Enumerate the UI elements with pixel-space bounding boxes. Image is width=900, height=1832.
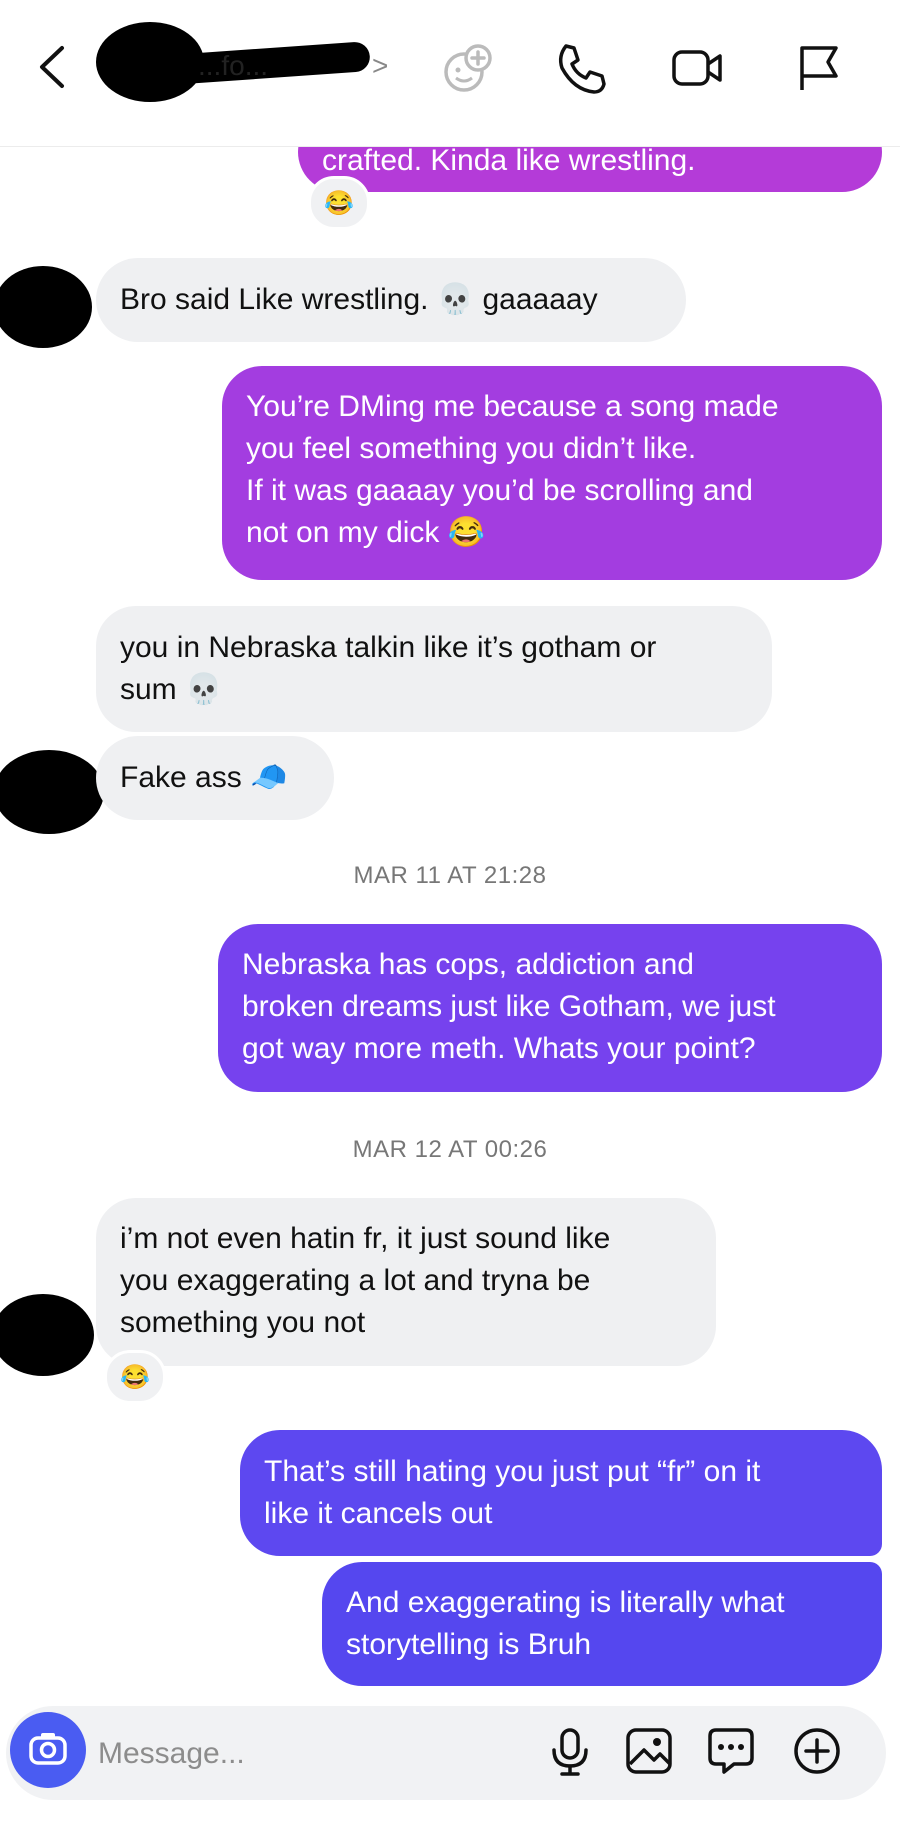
message-bubble-received[interactable]: Bro said Like wrestling. 💀 gaaaaay — [96, 258, 686, 342]
chat-header: ...fo... > — [0, 0, 900, 147]
message-bubble-sent[interactable]: Nebraska has cops, addiction and broken … — [218, 924, 882, 1092]
chevron-right-icon[interactable]: > — [372, 50, 388, 82]
message-bubble-received[interactable]: i’m not even hatin fr, it just sound lik… — [96, 1198, 716, 1366]
flag-icon[interactable] — [792, 40, 848, 96]
sender-avatar[interactable] — [0, 266, 92, 348]
sender-avatar[interactable] — [0, 1294, 94, 1376]
video-icon[interactable] — [668, 40, 724, 96]
reaction-laughing[interactable]: 😂 — [308, 176, 370, 230]
timestamp: MAR 11 AT 21:28 — [353, 862, 547, 889]
message-bubble-sent[interactable]: That’s still hating you just put “fr” on… — [240, 1430, 882, 1556]
message-input[interactable] — [96, 1728, 520, 1780]
message-bubble-sent[interactable]: You’re DMing me because a song made you … — [222, 366, 882, 580]
reaction-laughing[interactable]: 😂 — [104, 1350, 166, 1404]
microphone-icon[interactable] — [543, 1724, 597, 1778]
plus-icon[interactable] — [790, 1724, 844, 1778]
games-icon[interactable] — [440, 40, 496, 96]
gallery-icon[interactable] — [622, 1724, 676, 1778]
message-bubble-sent[interactable]: And exaggerating is literally what story… — [322, 1562, 882, 1686]
message-bubble-received[interactable]: Fake ass 🧢 — [96, 736, 334, 820]
contact-name[interactable]: ...fo... — [198, 50, 268, 82]
sticker-icon[interactable] — [704, 1724, 758, 1778]
camera-button[interactable] — [10, 1712, 86, 1788]
camera-icon — [28, 1730, 68, 1771]
back-icon[interactable] — [34, 44, 74, 90]
message-bubble-received[interactable]: you in Nebraska talkin like it’s gotham … — [96, 606, 772, 732]
phone-icon[interactable] — [552, 40, 608, 96]
timestamp: MAR 12 AT 00:26 — [352, 1136, 548, 1163]
sender-avatar[interactable] — [0, 750, 104, 834]
